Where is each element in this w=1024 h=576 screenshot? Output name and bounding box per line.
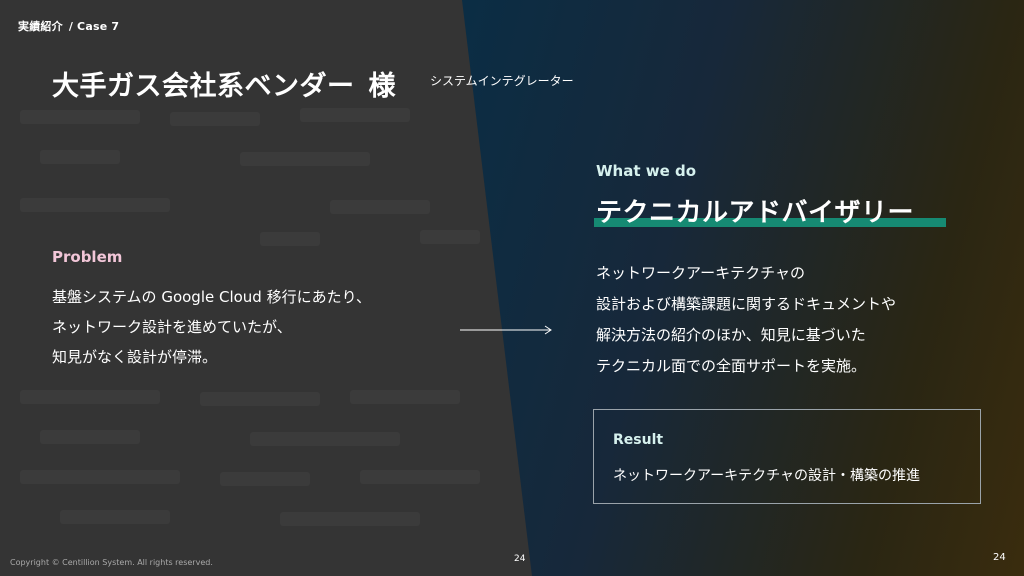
problem-label: Problem — [52, 248, 123, 266]
solution-description: ネットワークアーキテクチャの 設計および構築課題に関するドキュメントや 解決方法… — [596, 258, 896, 382]
solution-line: 解決方法の紹介のほか、知見に基づいた — [596, 326, 866, 344]
solution-line: 設計および構築課題に関するドキュメントや — [596, 295, 897, 313]
client-name-heading: 大手ガス会社系ベンダー様 — [52, 64, 396, 103]
arrow-right-icon — [460, 325, 552, 335]
solution-line: テクニカル面での全面サポートを実施。 — [596, 357, 867, 375]
breadcrumb-case: / Case 7 — [68, 20, 120, 33]
result-text: ネットワークアーキテクチャの設計・構築の推進 — [613, 468, 921, 484]
page-number-center: 24 — [514, 554, 526, 564]
copyright-text: Copyright © Centillion System. All right… — [10, 558, 213, 567]
breadcrumb: 実績紹介 / Case 7 — [18, 18, 119, 34]
client-name: 大手ガス会社系ベンダー — [52, 71, 355, 102]
problem-line: 知見がなく設計が停滞。 — [52, 348, 218, 366]
service-title: テクニカルアドバイザリー — [596, 198, 915, 228]
what-we-do-label: What we do — [596, 162, 697, 180]
result-box: Result ネットワークアーキテクチャの設計・構築の推進 — [593, 409, 981, 504]
client-honorific: 様 — [368, 71, 396, 102]
service-title-block: テクニカルアドバイザリー — [594, 192, 948, 230]
page-number-right: 24 — [993, 552, 1006, 563]
solution-line: ネットワークアーキテクチャの — [596, 264, 805, 282]
problem-description: 基盤システムの Google Cloud 移行にあたり、 ネットワーク設計を進め… — [52, 282, 371, 372]
problem-line: 基盤システムの Google Cloud 移行にあたり、 — [52, 288, 371, 306]
client-type-label: システムインテグレーター — [430, 74, 574, 88]
breadcrumb-section: 実績紹介 — [18, 20, 63, 33]
problem-line: ネットワーク設計を進めていたが、 — [52, 318, 292, 336]
result-label: Result — [613, 432, 664, 448]
